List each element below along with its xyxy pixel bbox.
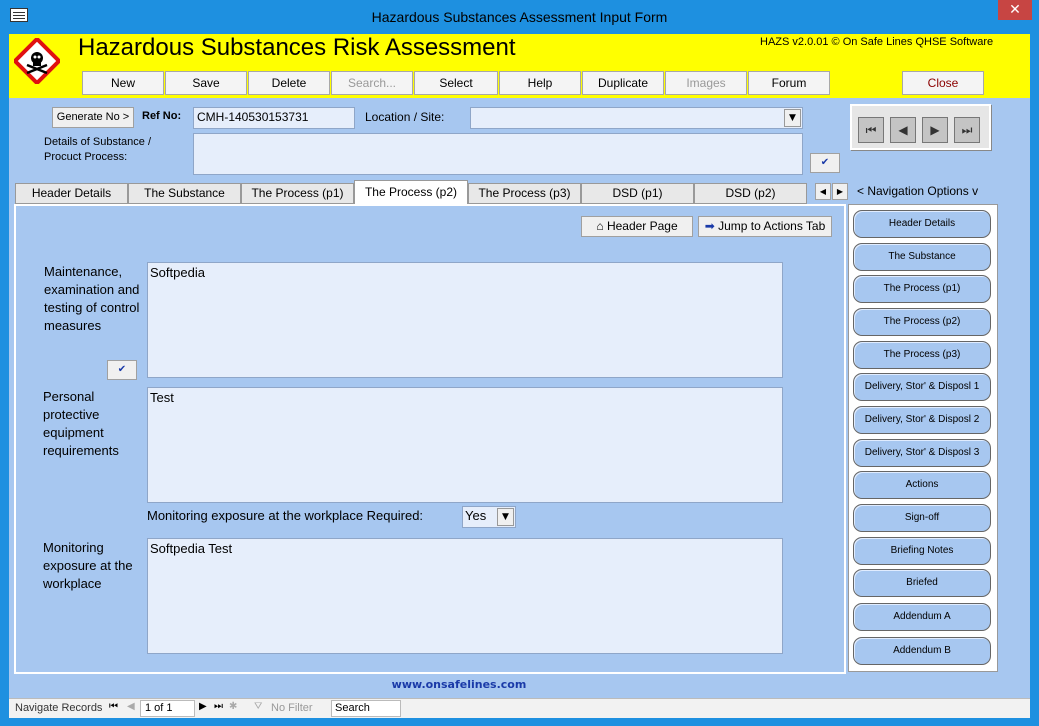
help-button[interactable]: Help — [499, 71, 581, 95]
record-status-bar: Navigate Records ⏮ ◀ 1 of 1 ▶ ⏭ ✱ ⛛ No F… — [9, 698, 1030, 718]
ref-no-label: Ref No: — [142, 110, 182, 122]
no-filter-label[interactable]: No Filter — [271, 702, 313, 714]
select-button[interactable]: Select — [414, 71, 498, 95]
filter-icon: ⛛ — [254, 701, 263, 712]
arrow-right-icon: ➡ — [704, 219, 715, 233]
first-record-icon[interactable]: ⏮ — [109, 701, 118, 712]
tab-scroll-right-icon[interactable]: ▶ — [832, 183, 848, 200]
prev-record-icon[interactable]: ◀ — [127, 701, 135, 712]
header-page-label: Header Page — [606, 219, 678, 233]
images-button[interactable]: Images — [665, 71, 747, 95]
record-navigator: ⏮ ◀ ▶ ⏭ — [850, 104, 991, 150]
forum-button[interactable]: Forum — [748, 71, 830, 95]
save-button[interactable]: Save — [165, 71, 247, 95]
nav-briefed[interactable]: Briefed — [853, 569, 991, 597]
monitoring-field[interactable]: Softpedia Test — [147, 538, 783, 654]
version-label: HAZS v2.0.01 © On Safe Lines QHSE Softwa… — [760, 36, 994, 48]
monitoring-required-value: Yes — [465, 508, 487, 523]
tab-dsd-p2[interactable]: DSD (p2) — [694, 183, 807, 204]
monitoring-label: Monitoring exposure at the workplace — [43, 540, 133, 591]
nav-sign-off[interactable]: Sign-off — [853, 504, 991, 532]
location-select[interactable] — [470, 107, 803, 129]
nav-process-p2[interactable]: The Process (p2) — [853, 308, 991, 336]
duplicate-button[interactable]: Duplicate — [582, 71, 664, 95]
title-bar: Hazardous Substances Assessment Input Fo… — [0, 0, 1039, 34]
chevron-down-icon[interactable]: ▼ — [784, 109, 801, 127]
nav-process-p3[interactable]: The Process (p3) — [853, 341, 991, 369]
chevron-down-icon[interactable]: ▼ — [497, 508, 514, 526]
nav-header-details[interactable]: Header Details — [853, 210, 991, 238]
home-icon: ⌂ — [596, 219, 604, 233]
navigate-records-label: Navigate Records — [15, 702, 103, 714]
app-title: Hazardous Substances Risk Assessment — [78, 34, 516, 61]
nav-addendum-a[interactable]: Addendum A — [853, 603, 991, 631]
hazard-icon — [14, 38, 60, 84]
last-record-icon[interactable]: ⏭ — [954, 117, 980, 143]
website-link[interactable]: www.onsafelines.com — [9, 678, 909, 691]
record-number-field[interactable]: 1 of 1 — [140, 700, 195, 717]
location-label: Location / Site: — [365, 110, 445, 124]
details-label: Details of Substance / Procuct Process: — [44, 136, 152, 163]
tab-process-p1[interactable]: The Process (p1) — [241, 183, 354, 204]
search-button[interactable]: Search... — [331, 71, 413, 95]
maintenance-field[interactable]: Softpedia — [147, 262, 783, 378]
window-title: Hazardous Substances Assessment Input Fo… — [371, 9, 668, 25]
nav-delivery-1[interactable]: Delivery, Stor' & Disposl 1 — [853, 373, 991, 401]
spellcheck-icon[interactable]: ✔ — [107, 360, 137, 380]
app-icon[interactable] — [10, 8, 28, 22]
nav-the-substance[interactable]: The Substance — [853, 243, 991, 271]
tab-the-substance[interactable]: The Substance — [128, 183, 241, 204]
new-button[interactable]: New — [82, 71, 164, 95]
next-record-icon[interactable]: ▶ — [922, 117, 948, 143]
tab-process-p2[interactable]: The Process (p2) — [354, 180, 468, 205]
tab-header-details[interactable]: Header Details — [15, 183, 128, 204]
ppe-label: Personal protective equipment requiremen… — [43, 389, 119, 458]
details-field[interactable] — [193, 133, 803, 175]
tab-process-p3[interactable]: The Process (p3) — [468, 183, 581, 204]
window-close-button[interactable]: ✕ — [998, 0, 1032, 20]
search-input[interactable]: Search — [331, 700, 401, 717]
prev-record-icon[interactable]: ◀ — [890, 117, 916, 143]
maintenance-label: Maintenance, examination and testing of … — [44, 264, 140, 333]
nav-addendum-b[interactable]: Addendum B — [853, 637, 991, 665]
header-page-button[interactable]: ⌂ Header Page — [581, 216, 693, 237]
last-record-icon[interactable]: ⏭ — [214, 701, 223, 712]
spellcheck-icon[interactable]: ✔ — [810, 153, 840, 173]
new-record-icon[interactable]: ✱ — [229, 701, 237, 712]
monitoring-required-label: Monitoring exposure at the workplace Req… — [147, 508, 424, 523]
nav-process-p1[interactable]: The Process (p1) — [853, 275, 991, 303]
navigation-options-label[interactable]: < Navigation Options v — [857, 184, 978, 198]
nav-delivery-2[interactable]: Delivery, Stor' & Disposl 2 — [853, 406, 991, 434]
first-record-icon[interactable]: ⏮ — [858, 117, 884, 143]
ppe-field[interactable]: Test — [147, 387, 783, 503]
close-button[interactable]: Close — [902, 71, 984, 95]
next-record-icon[interactable]: ▶ — [199, 701, 207, 712]
nav-actions[interactable]: Actions — [853, 471, 991, 499]
jump-actions-label: Jump to Actions Tab — [718, 219, 826, 233]
delete-button[interactable]: Delete — [248, 71, 330, 95]
nav-briefing-notes[interactable]: Briefing Notes — [853, 537, 991, 565]
nav-delivery-3[interactable]: Delivery, Stor' & Disposl 3 — [853, 439, 991, 467]
tab-scroll-left-icon[interactable]: ◀ — [815, 183, 831, 200]
jump-actions-button[interactable]: ➡ Jump to Actions Tab — [698, 216, 832, 237]
tab-dsd-p1[interactable]: DSD (p1) — [581, 183, 694, 204]
ref-no-field[interactable]: CMH-140530153731 — [193, 107, 355, 129]
generate-no-button[interactable]: Generate No > — [52, 107, 134, 128]
